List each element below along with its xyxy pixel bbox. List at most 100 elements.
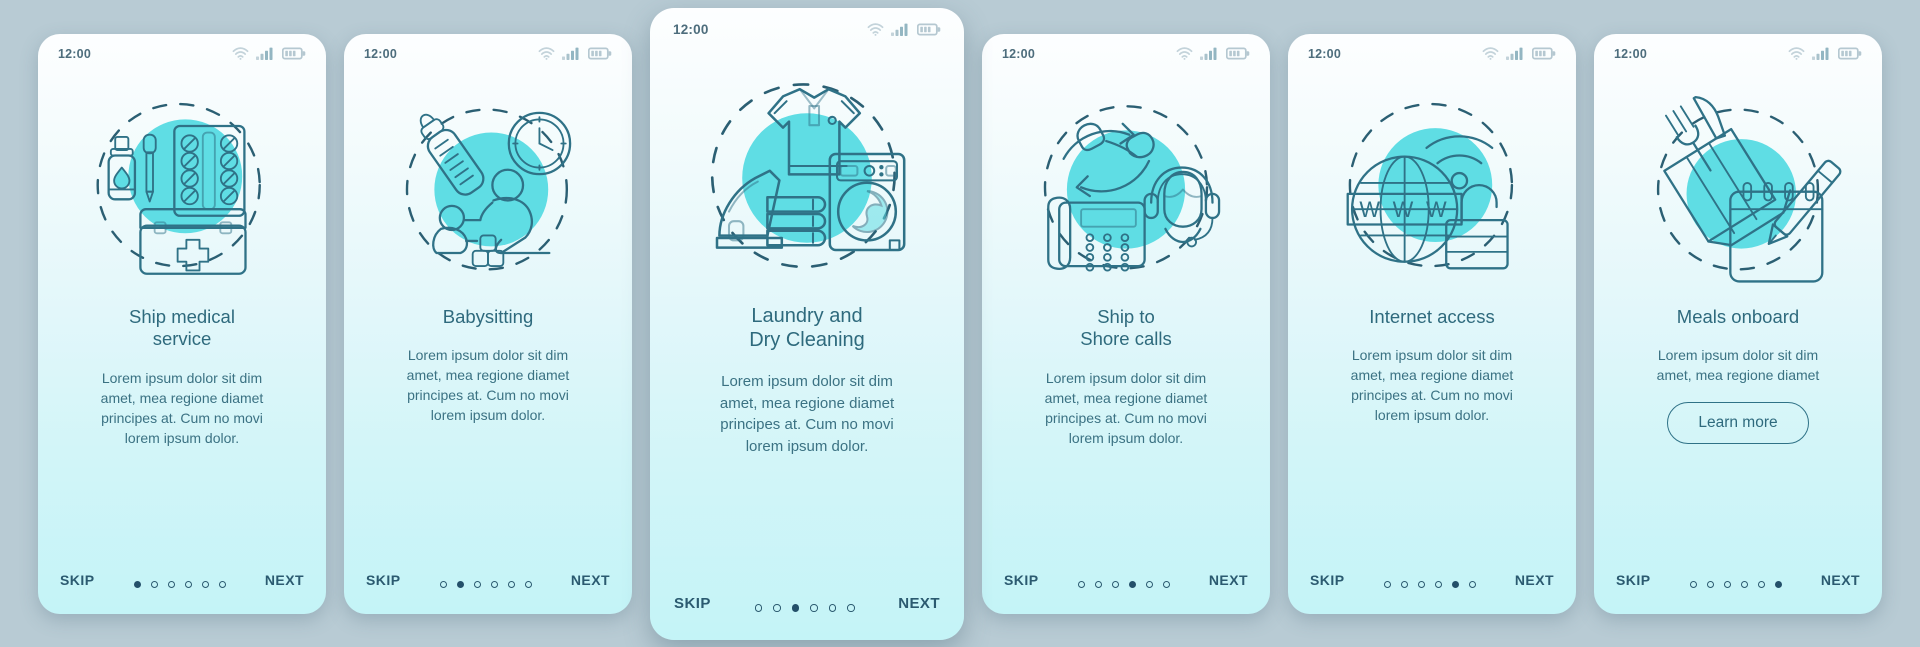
onboarding-screen-babysitting: 12:00 Babysitting Lorem ipsum dolor sit … [344, 33, 632, 614]
learn-more-button[interactable]: Learn more [1667, 402, 1809, 445]
onboarding-screen-meals-onboard: 12:00 Meals onboard Lorem ipsum dolor si… [1594, 33, 1882, 614]
pagination-dot-2[interactable] [1094, 580, 1102, 588]
next-button[interactable]: NEXT [898, 595, 940, 612]
pagination-dot-6[interactable] [847, 604, 855, 612]
onboarding-footer: SKIP NEXT [344, 526, 632, 614]
babysitting-illustration [405, 107, 572, 271]
wifi-icon [1176, 47, 1193, 60]
status-bar: 12:00 [1594, 34, 1882, 74]
skip-button[interactable]: SKIP [60, 572, 94, 588]
screen-title: Babysitting [442, 305, 534, 327]
status-bar-clock: 12:00 [58, 46, 91, 61]
pagination-dot-3[interactable] [167, 580, 175, 588]
next-button[interactable]: NEXT [265, 572, 304, 588]
onboarding-screens-board: 12:00 Ship medical service Lorem ipsum d… [0, 0, 1920, 647]
medical-kit-illustration [96, 102, 261, 275]
internet-access-illustration: W W W [1346, 102, 1514, 269]
pagination-dot-3[interactable] [1723, 580, 1731, 588]
status-bar-clock: 12:00 [1002, 46, 1035, 61]
onboarding-footer: SKIP NEXT [650, 546, 964, 640]
text-block: Ship to Shore calls Lorem ipsum dolor si… [982, 288, 1270, 526]
wifi-icon [232, 47, 249, 60]
pagination-dot-4[interactable] [184, 580, 192, 588]
skip-button[interactable]: SKIP [366, 572, 400, 588]
pagination-dot-2[interactable] [1400, 580, 1408, 588]
pagination-dot-4[interactable] [490, 580, 498, 588]
status-bar: 12:00 [1288, 34, 1576, 74]
pagination-dot-6[interactable] [524, 580, 532, 588]
pagination-dot-6[interactable] [1774, 580, 1782, 588]
pagination-dot-3[interactable] [1111, 580, 1119, 588]
pagination-dot-2[interactable] [456, 580, 464, 588]
pagination-dot-1[interactable] [1383, 580, 1391, 588]
next-button[interactable]: NEXT [1515, 572, 1554, 588]
pagination-dots [1689, 580, 1782, 588]
status-bar-clock: 12:00 [673, 22, 709, 37]
pagination-dots [439, 580, 532, 588]
pagination-dot-2[interactable] [150, 580, 158, 588]
pagination-dot-5[interactable] [1451, 580, 1459, 588]
onboarding-screen-internet-access: 12:00 W W W Internet access Lorem ipsum … [1288, 33, 1576, 614]
status-bar-icons [1788, 47, 1862, 60]
pagination-dot-5[interactable] [201, 580, 209, 588]
pagination-dots [1077, 580, 1170, 588]
pagination-dot-6[interactable] [1162, 580, 1170, 588]
next-button[interactable]: NEXT [1209, 572, 1248, 588]
pagination-dot-5[interactable] [507, 580, 515, 588]
pagination-dot-1[interactable] [1689, 580, 1697, 588]
text-block: Meals onboard Lorem ipsum dolor sit dim … [1594, 288, 1882, 526]
pagination-dot-1[interactable] [439, 580, 447, 588]
pagination-dot-1[interactable] [1077, 580, 1085, 588]
onboarding-screen-laundry-and-dry-cleaning: 12:00 Laundry and Dry Cleaning Lorem ips… [650, 7, 964, 640]
pagination-dot-2[interactable] [1706, 580, 1714, 588]
laundry-illustration [710, 82, 906, 268]
pagination-dot-1[interactable] [754, 604, 762, 612]
cellular-signal-icon [1200, 47, 1217, 60]
next-button[interactable]: NEXT [1821, 572, 1860, 588]
pagination-dot-3[interactable] [1417, 580, 1425, 588]
pagination-dot-6[interactable] [1468, 580, 1476, 588]
pagination-dot-2[interactable] [773, 604, 781, 612]
status-bar-clock: 12:00 [1308, 46, 1341, 61]
pagination-dot-4[interactable] [810, 604, 818, 612]
screen-description: Lorem ipsum dolor sit dim amet, mea regi… [1656, 347, 1820, 384]
pagination-dot-1[interactable] [133, 580, 141, 588]
text-block: Babysitting Lorem ipsum dolor sit dim am… [344, 288, 632, 526]
skip-button[interactable]: SKIP [674, 595, 711, 612]
screen-title: Internet access [1369, 305, 1495, 327]
pagination-dot-4[interactable] [1740, 580, 1748, 588]
meals-onboard-illustration [1656, 95, 1842, 283]
status-bar-icons [1176, 47, 1250, 60]
skip-button[interactable]: SKIP [1616, 572, 1650, 588]
cellular-signal-icon [562, 47, 579, 60]
status-bar: 12:00 [344, 34, 632, 74]
text-block: Ship medical service Lorem ipsum dolor s… [38, 288, 326, 526]
screen-title: Laundry and Dry Cleaning [749, 304, 865, 351]
pagination-dot-3[interactable] [791, 604, 799, 612]
pagination-dot-5[interactable] [1145, 580, 1153, 588]
screen-title: Ship medical service [129, 305, 235, 350]
status-bar-clock: 12:00 [1614, 46, 1647, 61]
wifi-icon [1482, 47, 1499, 60]
pagination-dot-4[interactable] [1434, 580, 1442, 588]
next-button[interactable]: NEXT [571, 572, 610, 588]
pagination-dot-5[interactable] [828, 604, 836, 612]
pagination-dot-3[interactable] [473, 580, 481, 588]
battery-icon [1838, 47, 1862, 60]
skip-button[interactable]: SKIP [1004, 572, 1038, 588]
onboarding-footer: SKIP NEXT [38, 526, 326, 614]
svg-text:W W W: W W W [1359, 196, 1450, 221]
wifi-icon [1788, 47, 1805, 60]
pagination-dot-6[interactable] [218, 580, 226, 588]
screen-title: Ship to Shore calls [1080, 305, 1172, 350]
onboarding-footer: SKIP NEXT [1288, 526, 1576, 614]
screen-description: Lorem ipsum dolor sit dim amet, mea regi… [406, 347, 570, 424]
pagination-dot-5[interactable] [1757, 580, 1765, 588]
status-bar-clock: 12:00 [364, 46, 397, 61]
pagination-dot-4[interactable] [1128, 580, 1136, 588]
status-bar-icons [538, 47, 612, 60]
status-bar: 12:00 [982, 34, 1270, 74]
skip-button[interactable]: SKIP [1310, 572, 1344, 588]
illustration-area [1594, 80, 1882, 288]
shore-calls-illustration [1043, 104, 1221, 272]
